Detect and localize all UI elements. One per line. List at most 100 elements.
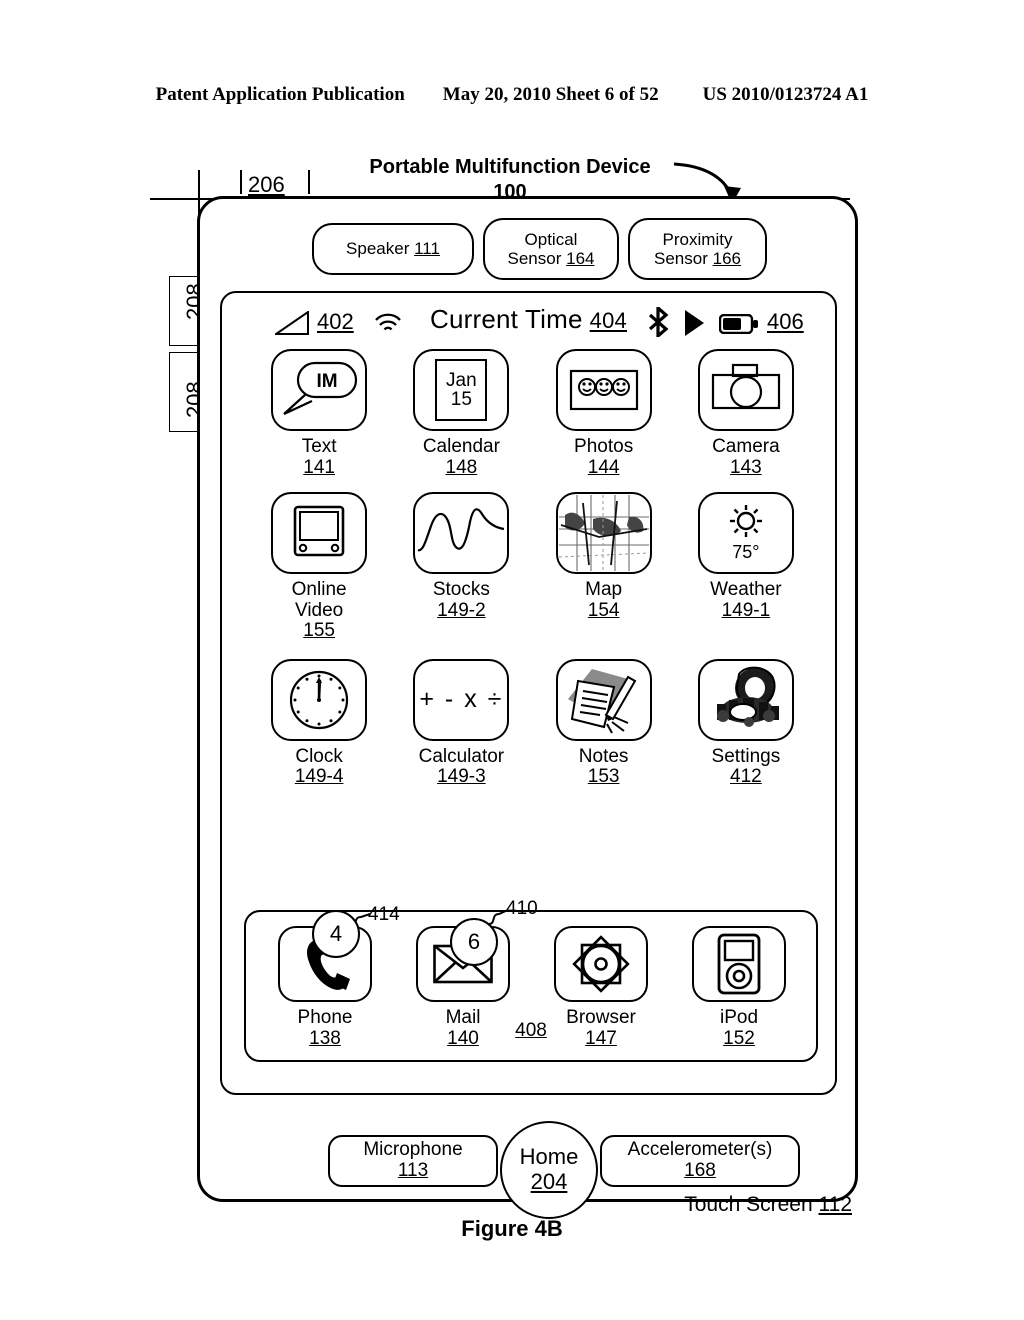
sun-icon	[729, 504, 762, 537]
play-icon	[685, 310, 704, 336]
app-icon-settings[interactable]: Settings 412	[675, 658, 817, 788]
svg-text:IM: IM	[317, 371, 338, 392]
patent-header-date-sheet: May 20, 2010 Sheet 6 of 52	[442, 84, 659, 105]
proximity-sensor-label-2: Sensor	[654, 249, 708, 268]
optical-sensor-label-2: Sensor	[507, 249, 562, 268]
app-icon-online-video[interactable]: Online Video 155	[248, 492, 390, 642]
mail-badge-number: 410	[506, 898, 538, 919]
app-icon-stocks[interactable]: Stocks 149-2	[390, 492, 532, 642]
phone-badge-number: 414	[368, 904, 400, 925]
notes-label: Notes	[578, 745, 629, 767]
calendar-tile[interactable]: Jan 15	[413, 349, 510, 431]
weather-number: 149-1	[721, 599, 771, 621]
notes-number: 153	[587, 766, 620, 788]
microphone-button[interactable]: Microphone 113	[328, 1135, 498, 1187]
clock-tile[interactable]	[271, 658, 368, 741]
calendar-day: 15	[450, 389, 472, 410]
stocks-label: Stocks	[432, 579, 490, 601]
notes-icon	[567, 668, 636, 734]
figure-caption: Figure 4B	[461, 1216, 563, 1241]
map-label: Map	[585, 579, 623, 601]
online-video-tile[interactable]	[271, 492, 368, 575]
settings-label: Settings	[711, 745, 781, 767]
app-icon-weather[interactable]: 75° Weather 149-1	[675, 492, 817, 642]
settings-gears-icon	[716, 666, 779, 727]
accelerometer-label: Accelerometer(s)	[627, 1139, 773, 1161]
optical-sensor-pill: Optical Sensor 164	[483, 218, 619, 280]
speaker-pill: Speaker 111	[312, 223, 474, 275]
touch-screen[interactable]: 402 Current Time 404 406 IM Text 141 Jan…	[220, 291, 852, 1216]
map-number: 154	[587, 599, 620, 621]
online-video-label-1: Online	[291, 579, 347, 601]
calendar-caption: Calendar 148	[422, 436, 500, 478]
browser-compass-icon	[572, 935, 630, 993]
patent-header-publication-number: US 2010/0123724 A1	[702, 84, 869, 105]
app-icon-clock[interactable]: Clock 149-4	[248, 658, 390, 788]
weather-tile[interactable]: 75°	[697, 492, 794, 575]
calculator-tile[interactable]: + - x ÷	[413, 658, 510, 741]
calculator-label: Calculator	[418, 745, 505, 767]
ipod-icon	[717, 933, 761, 995]
home-number: 204	[530, 1169, 568, 1194]
status-bar-time-number: 404	[589, 308, 627, 333]
app-grid-row: Online Video 155 Stocks 149-2 Map 154 75…	[248, 492, 817, 642]
app-icon-camera[interactable]: Camera 143	[675, 349, 817, 478]
phone-badge: 4	[312, 910, 360, 958]
clock-caption: Clock 149-4	[294, 746, 344, 788]
tick-right-206	[308, 170, 310, 194]
calendar-icon: Jan 15	[435, 359, 488, 421]
proximity-sensor-number: 166	[712, 249, 741, 268]
notes-caption: Notes 153	[578, 745, 629, 788]
proximity-sensor-pill: Proximity Sensor 166	[628, 218, 767, 280]
app-icon-notes[interactable]: Notes 153	[533, 658, 675, 788]
ipod-tile[interactable]	[692, 926, 786, 1002]
app-icon-text[interactable]: IM Text 141	[248, 349, 390, 478]
calendar-number: 148	[445, 456, 478, 478]
photos-icon	[569, 369, 638, 411]
app-icon-calendar[interactable]: Jan 15 Calendar 148	[390, 349, 532, 478]
accelerometer-button[interactable]: Accelerometer(s) 168	[600, 1135, 800, 1187]
photos-caption: Photos 144	[574, 436, 633, 478]
microphone-label: Microphone	[363, 1139, 463, 1161]
home-button[interactable]: Home 204	[500, 1121, 598, 1219]
patent-header-left: Patent Application Publication	[155, 84, 405, 105]
home-label: Home	[519, 1144, 579, 1170]
camera-label: Camera	[712, 436, 780, 457]
weather-label: Weather	[710, 579, 782, 601]
dock-number: 408	[515, 1020, 547, 1041]
microphone-number: 113	[397, 1160, 429, 1181]
settings-number: 412	[730, 766, 762, 788]
map-caption: Map 154	[585, 580, 622, 621]
map-icon	[558, 495, 649, 572]
map-tile[interactable]	[555, 492, 652, 575]
device-title-text: Portable Multifunction Device	[369, 156, 651, 178]
speaker-number: 111	[414, 239, 440, 259]
app-icon-map[interactable]: Map 154	[533, 492, 675, 642]
calendar-month: Jan	[446, 370, 477, 391]
photos-tile[interactable]	[555, 349, 652, 431]
notes-tile[interactable]	[555, 658, 652, 741]
stocks-chart-icon	[417, 508, 505, 552]
portable-multifunction-device: Speaker 111 Optical Sensor 164 Proximity…	[197, 196, 858, 1219]
bluetooth-icon	[648, 307, 669, 337]
clock-number: 149-4	[294, 766, 344, 788]
online-video-caption: Online Video 155	[292, 580, 347, 642]
app-icon-calculator[interactable]: + - x ÷ Calculator 149-3	[390, 658, 532, 788]
calculator-number: 149-3	[437, 766, 486, 788]
proximity-sensor-label-1: Proximity	[662, 229, 733, 249]
app-icon-photos[interactable]: Photos 144	[533, 349, 675, 478]
settings-caption: Settings 412	[711, 745, 781, 788]
battery-number: 406	[767, 309, 804, 334]
calculator-icon: + - x ÷	[419, 685, 504, 714]
camera-tile[interactable]	[697, 349, 794, 431]
status-bar: 402 Current Time 404 406	[222, 299, 835, 347]
optical-sensor-label-1: Optical	[524, 229, 578, 249]
online-video-icon	[293, 505, 345, 557]
calendar-label: Calendar	[422, 436, 500, 457]
text-tile[interactable]: IM	[271, 349, 368, 431]
browser-tile[interactable]	[554, 926, 648, 1002]
speaker-label: Speaker	[346, 239, 410, 259]
patent-header: Patent Application Publication May 20, 2…	[0, 84, 1024, 106]
settings-tile[interactable]	[697, 658, 794, 741]
stocks-tile[interactable]	[413, 492, 510, 575]
